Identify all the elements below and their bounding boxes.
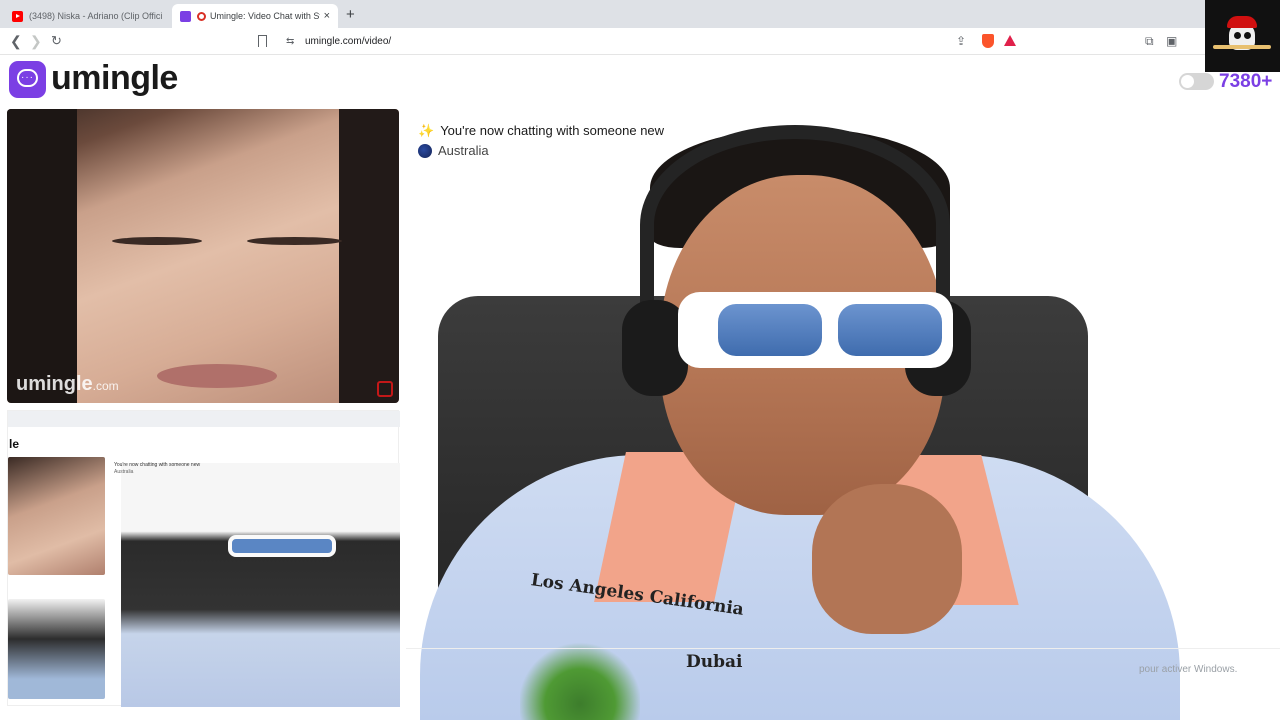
- australia-flag-icon: [418, 143, 432, 158]
- pirate-skull-logo: [1205, 0, 1280, 72]
- stranger-location: Australia: [418, 143, 489, 158]
- nested-self-video-2: [8, 599, 105, 699]
- skull-eye: [1234, 32, 1241, 39]
- hair-left: [7, 109, 77, 403]
- browser-tab-strip: (3498) Niska - Adriano (Clip Officiel) U…: [0, 0, 1280, 28]
- dark-mode-toggle[interactable]: [1179, 73, 1214, 90]
- chat-status-text: You're now chatting with someone new: [440, 123, 665, 138]
- youtube-icon: [12, 10, 23, 22]
- close-tab-icon[interactable]: ×: [324, 10, 330, 22]
- watermark-tld: .com: [92, 379, 119, 393]
- eyebrow: [112, 237, 202, 245]
- umingle-icon: [180, 10, 191, 22]
- sunglasses: [678, 292, 953, 368]
- nested-self-video: [8, 457, 105, 575]
- brave-shield-icon[interactable]: [982, 34, 994, 48]
- new-tab-button[interactable]: +: [346, 6, 355, 23]
- online-count: 7380+: [1219, 71, 1273, 92]
- address-bar[interactable]: umingle.com/video/: [305, 36, 391, 47]
- reload-button[interactable]: ↻: [51, 33, 62, 49]
- recording-icon: [197, 11, 206, 21]
- browser-toolbar: ❮ ❯ ↻ ⇆ umingle.com/video/ ⇪ ⧉ ▣: [0, 28, 1280, 55]
- tab-label: Umingle: Video Chat with Stra: [210, 11, 320, 21]
- brave-rewards-icon[interactable]: [1004, 35, 1016, 46]
- tab-umingle[interactable]: Umingle: Video Chat with Stra ×: [172, 4, 338, 28]
- lips: [157, 364, 277, 388]
- nested-browser-strip: [8, 411, 400, 427]
- crossed-swords: [1213, 45, 1271, 49]
- share-icon[interactable]: ⇪: [956, 34, 966, 48]
- nested-sunglasses: [228, 535, 336, 557]
- nested-logo-fragment: le: [9, 437, 20, 451]
- site-logo[interactable]: umingle: [51, 59, 178, 98]
- windows-activation-notice: pour activer Windows.: [1139, 664, 1238, 675]
- lens-left: [718, 304, 822, 356]
- nested-screen-capture: le You're now chatting with someone new …: [7, 410, 400, 707]
- tab-label: (3498) Niska - Adriano (Clip Officiel): [29, 11, 162, 21]
- dots-icon: ···: [21, 72, 34, 83]
- watermark: umingle.com: [16, 373, 119, 396]
- site-info-icon[interactable]: ⇆: [286, 36, 294, 47]
- sidebar-icon[interactable]: ▣: [1166, 34, 1177, 48]
- chat-status-message: ✨ You're now chatting with someone new: [418, 123, 664, 139]
- skull-eye: [1244, 32, 1251, 39]
- toggle-knob: [1181, 75, 1194, 88]
- self-video: umingle.com: [7, 109, 399, 403]
- lens-right: [838, 304, 942, 356]
- nested-stranger-video: [121, 463, 400, 707]
- hair-right: [339, 109, 399, 403]
- back-button[interactable]: ❮: [10, 33, 22, 50]
- bandana-shape: [1227, 16, 1257, 28]
- hand: [812, 484, 962, 634]
- tab-youtube[interactable]: (3498) Niska - Adriano (Clip Officiel): [4, 4, 170, 28]
- sparkles-icon: ✨: [418, 123, 435, 138]
- forward-button[interactable]: ❯: [30, 33, 42, 50]
- chat-input-area[interactable]: [406, 648, 1280, 720]
- eyebrow: [247, 237, 342, 245]
- bookmark-icon[interactable]: [258, 35, 267, 47]
- extensions-icon[interactable]: ⧉: [1145, 34, 1154, 49]
- stranger-country: Australia: [438, 143, 489, 158]
- umingle-logo-icon[interactable]: ···: [9, 61, 46, 98]
- watermark-brand: umingle: [16, 373, 93, 395]
- nested-location: Australia: [114, 469, 134, 475]
- report-icon[interactable]: [377, 381, 393, 397]
- nested-chat-message: You're now chatting with someone new: [114, 462, 201, 468]
